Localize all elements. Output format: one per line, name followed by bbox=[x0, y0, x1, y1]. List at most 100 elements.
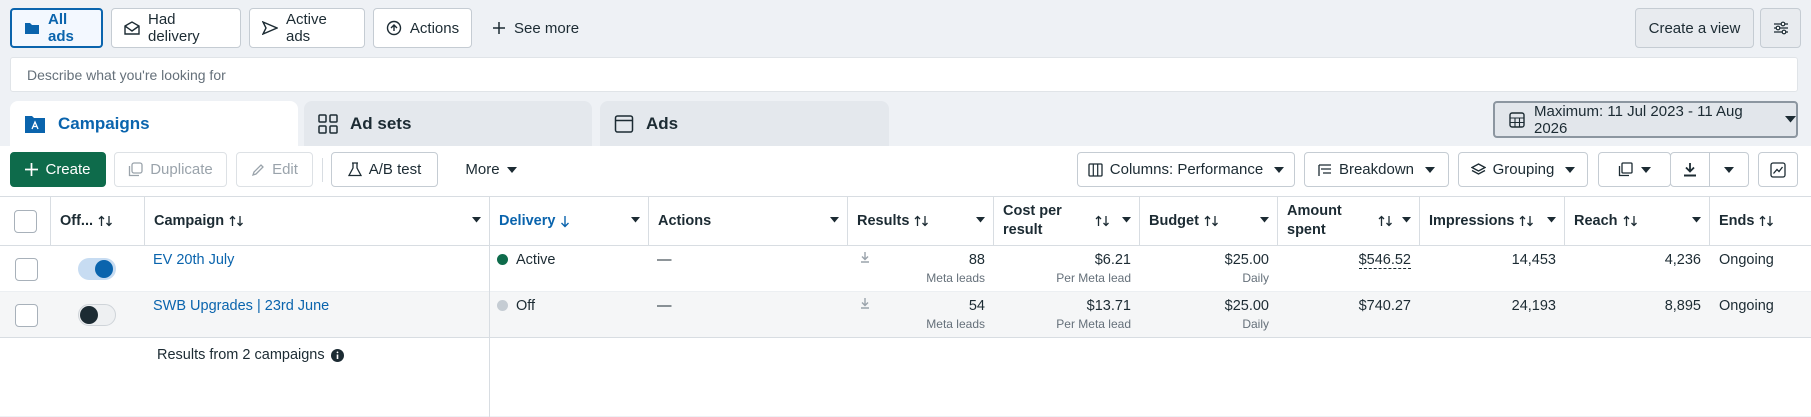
row-checkbox[interactable] bbox=[15, 258, 38, 281]
column-header-ends[interactable]: Ends bbox=[1710, 197, 1811, 246]
sort-icon[interactable] bbox=[98, 215, 113, 227]
results-summary-text: Results from 2 campaigns bbox=[157, 347, 325, 363]
column-menu-caret-icon[interactable] bbox=[1692, 217, 1701, 223]
sort-icon[interactable] bbox=[1204, 215, 1219, 227]
tab-ads-label: Ads bbox=[646, 113, 679, 133]
sort-descending-icon[interactable] bbox=[560, 215, 570, 228]
column-menu-caret-icon[interactable] bbox=[1402, 217, 1411, 223]
tab-campaigns[interactable]: Campaigns bbox=[10, 101, 298, 146]
duplicate-button[interactable]: Duplicate bbox=[114, 152, 227, 187]
delivery-label: Off bbox=[516, 298, 536, 314]
filter-active-ads[interactable]: Active ads bbox=[249, 8, 365, 48]
table-row[interactable]: SWB Upgrades | 23rd June Off — 54 Meta l… bbox=[0, 292, 1811, 338]
duplicate-label: Duplicate bbox=[150, 161, 213, 178]
export-button[interactable] bbox=[1670, 152, 1710, 187]
impressions-value: 24,193 bbox=[1511, 298, 1556, 314]
see-more-label: See more bbox=[514, 19, 580, 37]
reports-button[interactable] bbox=[1598, 152, 1671, 187]
column-header-reach[interactable]: Reach bbox=[1565, 197, 1710, 246]
sort-icon[interactable] bbox=[914, 215, 929, 227]
info-icon[interactable] bbox=[330, 348, 344, 362]
actions-value: — bbox=[657, 298, 672, 314]
caret-down-icon bbox=[1425, 166, 1436, 173]
column-menu-caret-icon[interactable] bbox=[1547, 217, 1556, 223]
charts-button[interactable] bbox=[1758, 152, 1798, 187]
filter-settings-button[interactable] bbox=[1760, 8, 1801, 48]
breakdown-icon bbox=[1318, 163, 1332, 177]
export-dropdown-button[interactable] bbox=[1709, 152, 1749, 187]
column-label: Cost per result bbox=[1003, 202, 1062, 240]
budget-number: $25.00 bbox=[1224, 298, 1269, 314]
ab-test-button[interactable]: A/B test bbox=[331, 152, 438, 187]
breakdown-button[interactable]: Breakdown bbox=[1304, 152, 1449, 187]
column-header-off-on[interactable]: Off... bbox=[51, 197, 145, 246]
window-icon bbox=[614, 114, 634, 134]
search-placeholder: Describe what you're looking for bbox=[27, 66, 226, 83]
plus-icon bbox=[25, 163, 39, 176]
plus-icon bbox=[492, 21, 506, 35]
column-header-results[interactable]: Results bbox=[848, 197, 994, 246]
copy-icon bbox=[128, 162, 143, 177]
column-menu-caret-icon[interactable] bbox=[631, 217, 640, 223]
date-range-label: Maximum: 11 Jul 2023 - 11 Aug 2026 bbox=[1534, 102, 1743, 137]
table-row[interactable]: EV 20th July Active — 88 Meta leads $6.2… bbox=[0, 246, 1811, 292]
filter-actions[interactable]: Actions bbox=[373, 8, 472, 48]
column-header-actions[interactable]: Actions bbox=[649, 197, 848, 246]
filter-had-delivery[interactable]: Had delivery bbox=[111, 8, 241, 48]
column-header-amount-spent[interactable]: Amount spent bbox=[1278, 197, 1420, 246]
more-button[interactable]: More bbox=[452, 152, 530, 187]
column-label: Off... bbox=[60, 213, 94, 229]
calendar-table-icon bbox=[1509, 111, 1525, 128]
column-header-impressions[interactable]: Impressions bbox=[1420, 197, 1565, 246]
caret-down-icon bbox=[506, 166, 517, 173]
date-range-picker[interactable]: Maximum: 11 Jul 2023 - 11 Aug 2026 bbox=[1493, 101, 1798, 138]
search-input[interactable]: Describe what you're looking for bbox=[10, 57, 1798, 92]
sort-icon[interactable] bbox=[1623, 215, 1638, 227]
cost-sub: Per Meta lead bbox=[1056, 317, 1131, 331]
campaign-name-link[interactable]: SWB Upgrades | 23rd June bbox=[153, 298, 329, 344]
spent-value: $740.27 bbox=[1278, 298, 1420, 344]
select-all-cell bbox=[0, 197, 51, 246]
column-menu-caret-icon[interactable] bbox=[1122, 217, 1131, 223]
column-header-campaign[interactable]: Campaign bbox=[145, 197, 490, 246]
edit-button[interactable]: Edit bbox=[236, 152, 313, 187]
column-menu-caret-icon[interactable] bbox=[1260, 217, 1269, 223]
column-menu-caret-icon[interactable] bbox=[472, 217, 481, 223]
results-sub: Meta leads bbox=[926, 317, 985, 331]
tab-ad-sets[interactable]: Ad sets bbox=[304, 101, 592, 146]
create-view-button[interactable]: Create a view bbox=[1635, 8, 1754, 48]
sort-icon[interactable] bbox=[1378, 215, 1393, 227]
campaign-toggle[interactable] bbox=[78, 304, 116, 326]
more-label: More bbox=[465, 161, 500, 178]
cost-number: $13.71 bbox=[1086, 298, 1131, 314]
filter-all-ads[interactable]: All ads bbox=[10, 8, 103, 48]
sort-icon[interactable] bbox=[1519, 215, 1534, 227]
select-all-checkbox[interactable] bbox=[14, 210, 37, 233]
columns-button[interactable]: Columns: Performance bbox=[1077, 152, 1295, 187]
column-header-budget[interactable]: Budget bbox=[1140, 197, 1278, 246]
create-button[interactable]: Create bbox=[10, 152, 106, 187]
sort-icon[interactable] bbox=[1095, 215, 1110, 227]
campaign-toggle[interactable] bbox=[78, 258, 116, 280]
row-checkbox[interactable] bbox=[15, 304, 38, 327]
folder-icon bbox=[24, 21, 40, 35]
column-header-cost-per-result[interactable]: Cost per result bbox=[994, 197, 1140, 246]
column-menu-caret-icon[interactable] bbox=[976, 217, 985, 223]
toolbar: Create Duplicate Edit A/B test More Colu… bbox=[0, 146, 1811, 196]
column-label: Ends bbox=[1719, 213, 1755, 229]
results-sub: Meta leads bbox=[926, 271, 985, 285]
column-menu-caret-icon[interactable] bbox=[830, 217, 839, 223]
budget-value: $25.00 Daily bbox=[1140, 298, 1278, 344]
grouping-button[interactable]: Grouping bbox=[1458, 152, 1588, 187]
results-number: 54 bbox=[968, 298, 985, 314]
column-label: Actions bbox=[658, 213, 712, 229]
sort-icon[interactable] bbox=[229, 215, 244, 227]
see-more-button[interactable]: See more bbox=[492, 8, 579, 48]
toggle-knob bbox=[80, 306, 98, 324]
sort-icon[interactable] bbox=[1759, 215, 1774, 227]
column-label: Impressions bbox=[1429, 213, 1515, 229]
tab-ads[interactable]: Ads bbox=[600, 101, 889, 146]
budget-number: $25.00 bbox=[1224, 252, 1269, 268]
column-label-line: spent bbox=[1287, 222, 1326, 238]
column-header-delivery[interactable]: Delivery bbox=[490, 197, 649, 246]
